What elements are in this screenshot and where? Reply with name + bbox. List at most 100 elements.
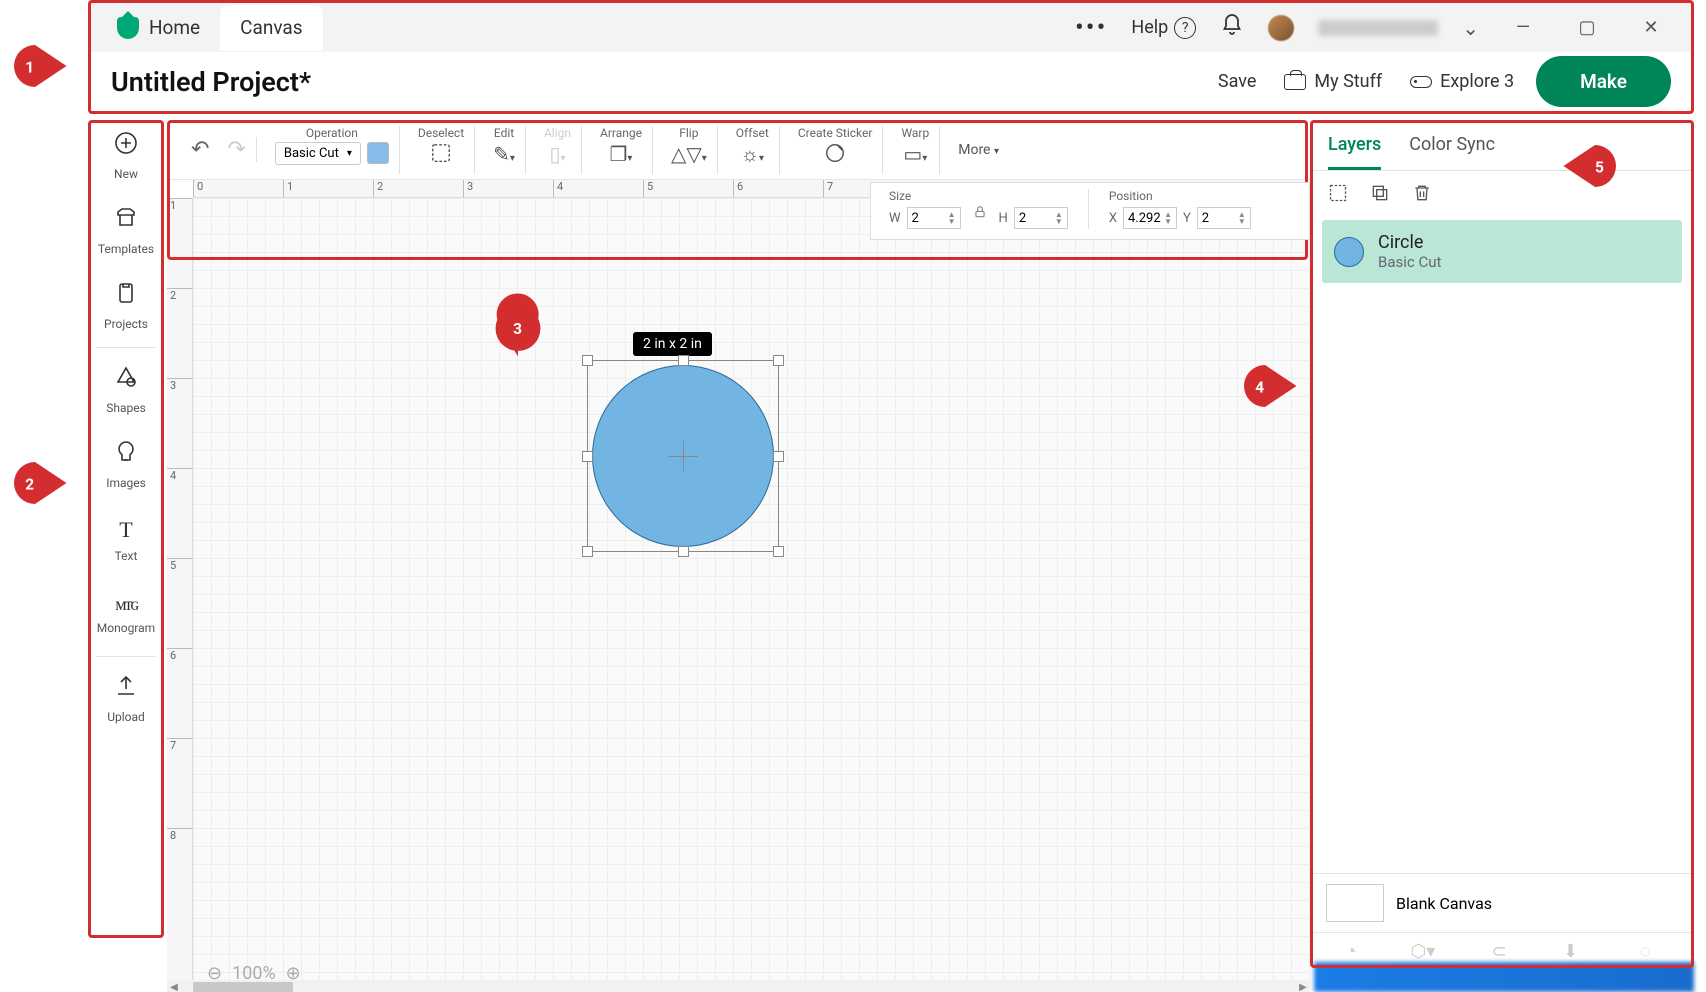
sidebar-item-upload[interactable]: Upload: [88, 661, 164, 736]
deselect-label: Deselect: [418, 126, 464, 140]
window-minimize-icon[interactable]: —: [1503, 13, 1543, 43]
tab-canvas-label: Canvas: [240, 16, 302, 39]
select-all-icon[interactable]: [1328, 183, 1348, 208]
ruler-vertical: 12 34 56 78: [167, 198, 193, 992]
window-close-icon[interactable]: ✕: [1631, 13, 1671, 43]
tab-colorsync[interactable]: Color Sync: [1409, 134, 1495, 170]
project-bar: Untitled Project* Save My Stuff Explore …: [88, 52, 1694, 114]
offset-button[interactable]: ☼▾: [741, 142, 764, 167]
tab-layers[interactable]: Layers: [1328, 134, 1381, 170]
align-button: ▯▾: [549, 142, 565, 166]
more-menu-icon[interactable]: •••: [1075, 13, 1107, 43]
sidebar-item-monogram[interactable]: ᴍᴛɢ Monogram: [88, 577, 164, 652]
y-label: Y: [1183, 211, 1191, 226]
x-input[interactable]: 4.292▲▼: [1123, 207, 1177, 229]
sidebar-label: Projects: [104, 317, 148, 331]
canvas-area[interactable]: 01 23 45 67 12 34 56 78 2 in x 2 in ⊖ 10…: [167, 180, 1310, 992]
sidebar-item-templates[interactable]: Templates: [88, 193, 164, 268]
duplicate-icon[interactable]: [1370, 183, 1390, 208]
sidebar-item-shapes[interactable]: Shapes: [88, 352, 164, 427]
annotation-marker-2: 2: [0, 455, 70, 511]
layer-name: Circle: [1378, 232, 1441, 253]
sidebar-item-new[interactable]: New: [88, 118, 164, 193]
sidebar-label: Shapes: [106, 401, 146, 415]
tab-home-label: Home: [149, 16, 200, 39]
sidebar-label: Monogram: [97, 621, 155, 635]
flip-button[interactable]: △▽▾: [671, 142, 707, 166]
monogram-icon: ᴍᴛɢ: [115, 594, 136, 615]
sidebar-label: New: [114, 167, 138, 181]
sticker-button[interactable]: [824, 142, 846, 169]
h-label: H: [999, 211, 1008, 226]
save-button[interactable]: Save: [1218, 71, 1257, 92]
annotation-marker-3: 3: [490, 290, 546, 360]
blank-canvas-row[interactable]: Blank Canvas: [1310, 873, 1694, 932]
avatar[interactable]: [1268, 15, 1294, 41]
sidebar-item-text[interactable]: T Text: [88, 502, 164, 577]
help-button[interactable]: Help ?: [1131, 17, 1196, 39]
align-label: Align: [544, 126, 571, 140]
window-maximize-icon[interactable]: ▢: [1567, 13, 1607, 43]
machine-icon: [1410, 76, 1432, 88]
canvas-grid[interactable]: [193, 198, 1310, 992]
canvas-thumbnail: [1326, 884, 1384, 922]
projects-icon: [114, 281, 138, 311]
sidebar-item-projects[interactable]: Projects: [88, 268, 164, 343]
y-input[interactable]: 2▲▼: [1197, 207, 1251, 229]
svg-text:2: 2: [25, 475, 34, 493]
undo-button[interactable]: ↶: [191, 137, 209, 162]
redo-button[interactable]: ↷: [227, 137, 245, 162]
selection-box[interactable]: [587, 360, 779, 552]
width-input[interactable]: 2▲▼: [907, 207, 961, 229]
scrollbar-horizontal[interactable]: ◀ ▶: [167, 980, 1310, 992]
header-row: Home Canvas ••• Help ? ⌄ — ▢ ✕: [88, 0, 1694, 52]
edit-toolbar: ↶ ↷ Operation Basic Cut▾ Deselect Edit ✎…: [167, 120, 1310, 180]
layer-operation: Basic Cut: [1378, 253, 1441, 271]
annotation-marker-4: 4: [1230, 358, 1300, 414]
arrange-button[interactable]: ❐▾: [609, 142, 632, 166]
notification-icon[interactable]: [1220, 13, 1244, 43]
layer-item[interactable]: Circle Basic Cut: [1322, 220, 1682, 283]
tab-home[interactable]: Home: [97, 5, 220, 51]
machine-selector[interactable]: Explore 3: [1410, 71, 1514, 92]
mystuff-icon: [1284, 74, 1306, 90]
dimension-badge: 2 in x 2 in: [633, 332, 712, 356]
svg-text:4: 4: [1255, 378, 1264, 396]
edit-button[interactable]: ✎▾: [493, 142, 515, 166]
account-chevron-icon[interactable]: ⌄: [1462, 16, 1479, 40]
svg-text:5: 5: [1595, 158, 1604, 176]
height-input[interactable]: 2▲▼: [1014, 207, 1068, 229]
project-title[interactable]: Untitled Project*: [111, 66, 311, 98]
lock-aspect-icon[interactable]: [973, 205, 987, 223]
position-label: Position: [1109, 189, 1251, 203]
size-label: Size: [889, 189, 961, 203]
plus-icon: [114, 131, 138, 161]
tab-canvas[interactable]: Canvas: [220, 5, 322, 51]
make-button[interactable]: Make: [1536, 56, 1671, 107]
warp-label: Warp: [901, 126, 929, 140]
sticker-label: Create Sticker: [798, 126, 873, 140]
sidebar-item-images[interactable]: Images: [88, 427, 164, 502]
edit-label: Edit: [494, 126, 514, 140]
deselect-button[interactable]: [430, 142, 452, 169]
layers-panel: Layers Color Sync Circle Basic Cut Blank…: [1310, 120, 1694, 992]
mystuff-button[interactable]: My Stuff: [1284, 71, 1382, 92]
home-icon: [117, 17, 139, 39]
warp-button[interactable]: ▭▾: [903, 142, 927, 166]
blank-canvas-label: Blank Canvas: [1396, 894, 1492, 913]
sidebar-label: Upload: [107, 710, 145, 724]
sidebar-label: Templates: [98, 242, 154, 256]
svg-text:3: 3: [513, 320, 522, 338]
annotation-marker-1: 1: [0, 38, 70, 94]
operation-select[interactable]: Basic Cut▾: [275, 142, 361, 165]
w-label: W: [889, 211, 901, 226]
size-position-panel: Size W 2▲▼ H 2▲▼ Position X 4.292▲▼ Y 2▲…: [870, 182, 1310, 240]
text-icon: T: [119, 517, 132, 543]
annotation-marker-5: 5: [1560, 138, 1630, 194]
operation-label: Operation: [306, 126, 358, 140]
sidebar-label: Images: [106, 476, 146, 490]
more-button[interactable]: More ▾: [948, 142, 999, 158]
help-icon: ?: [1174, 17, 1196, 39]
color-swatch[interactable]: [367, 142, 389, 164]
delete-icon[interactable]: [1412, 183, 1432, 208]
